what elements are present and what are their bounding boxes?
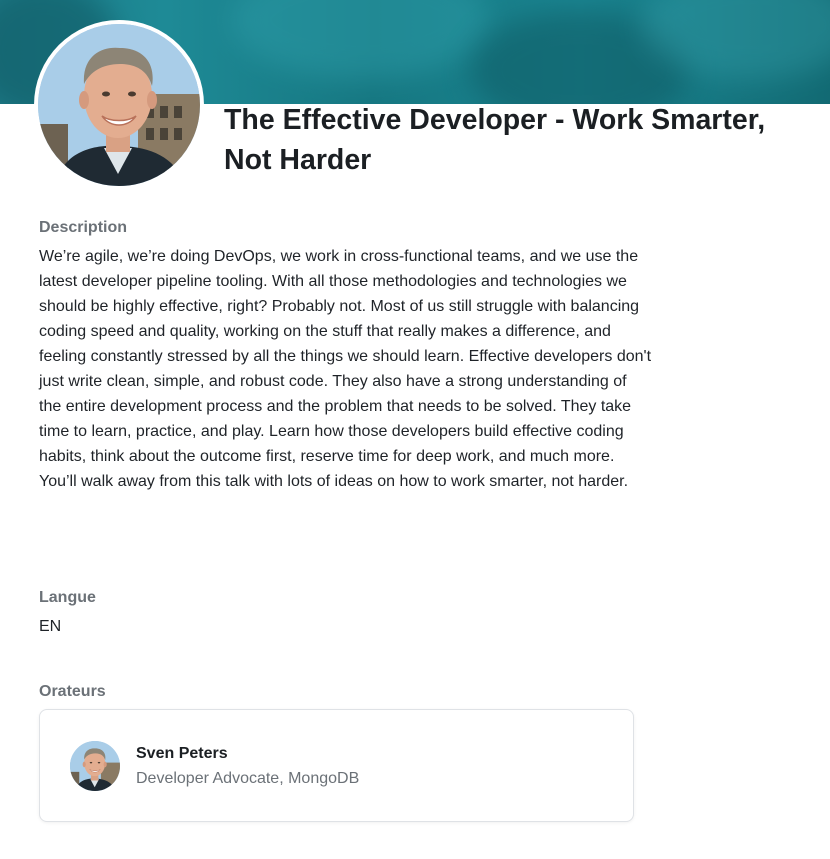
- description-text: We’re agile, we’re doing DevOps, we work…: [39, 248, 652, 490]
- description-label: Description: [39, 219, 128, 236]
- speaker-photo: [38, 24, 200, 186]
- speaker-avatar: [70, 741, 120, 791]
- speakers-label: Orateurs: [39, 683, 106, 700]
- language-label: Langue: [39, 589, 96, 606]
- speaker-avatar-large: [34, 20, 204, 190]
- speaker-role: Developer Advocate, MongoDB: [136, 770, 360, 787]
- speaker-name[interactable]: Sven Peters: [136, 745, 228, 763]
- speaker-card[interactable]: Sven Peters Developer Advocate, MongoDB: [39, 709, 634, 822]
- language-value: EN: [39, 618, 62, 635]
- session-title: The Effective Developer - Work Smarter, …: [224, 104, 766, 176]
- session-page: The Effective Developer - Work Smarter, …: [0, 0, 830, 859]
